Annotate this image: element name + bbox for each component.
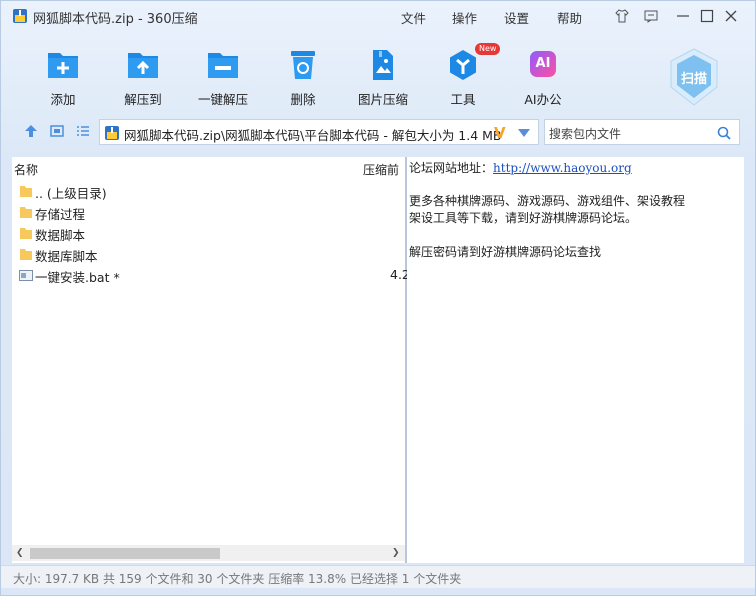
one-click-extract-button[interactable]: 一键解压 — [188, 41, 258, 107]
file-name: 一键安装.bat * — [35, 270, 120, 285]
file-name: 存储过程 — [35, 207, 86, 222]
address-bar[interactable]: 网狐脚本代码.zip\网狐脚本代码\平台脚本代码 - 解包大小为 1.4 MB … — [99, 119, 539, 145]
folder-icon — [20, 186, 32, 197]
status-text: 大小: 197.7 KB 共 159 个文件和 30 个文件夹 压缩率 13.8… — [13, 572, 462, 586]
skin-icon[interactable] — [615, 9, 629, 23]
scroll-left-icon[interactable]: ❮ — [16, 548, 24, 558]
title-bar: 网狐脚本代码.zip - 360压缩 文件 操作 设置 帮助 — [1, 1, 755, 31]
image-compress-icon — [373, 50, 393, 80]
delete-label: 删除 — [290, 92, 316, 107]
archive-comment-panel: 论坛网站地址：http://www.haoyou.org 更多各种棋牌源码、游戏… — [407, 157, 744, 563]
column-header-name[interactable]: 名称 — [14, 161, 38, 178]
close-icon[interactable] — [724, 9, 738, 23]
extract-to-button[interactable]: 解压到 — [108, 41, 178, 107]
search-input[interactable]: 搜索包内文件 — [549, 125, 621, 142]
search-icon[interactable] — [717, 126, 731, 140]
up-arrow-icon[interactable] — [24, 124, 38, 138]
one-click-extract-label: 一键解压 — [197, 92, 248, 107]
menu-help[interactable]: 帮助 — [557, 8, 582, 27]
tools-label: 工具 — [450, 92, 476, 107]
trash-icon — [291, 51, 315, 79]
forum-link[interactable]: http://www.haoyou.org — [493, 161, 632, 175]
file-row[interactable]: 存储过程 — [12, 202, 405, 223]
scrollbar-thumb[interactable] — [30, 548, 220, 559]
tools-icon — [450, 50, 476, 80]
file-row[interactable]: .. (上级目录) — [12, 181, 405, 202]
tools-button[interactable]: New 工具 — [428, 41, 501, 107]
horizontal-scrollbar[interactable]: ❮ ❯ — [12, 545, 405, 561]
menu-operate[interactable]: 操作 — [452, 8, 477, 27]
file-name: 数据库脚本 — [35, 249, 98, 264]
folder-icon — [20, 207, 32, 218]
add-button[interactable]: 添加 — [28, 41, 98, 107]
thumbnail-view-icon[interactable] — [50, 124, 64, 138]
file-row[interactable]: 一键安装.bat * 4.2 — [12, 265, 410, 286]
file-name: .. (上级目录) — [35, 186, 107, 201]
extract-to-icon — [128, 53, 158, 78]
file-name: 数据脚本 — [35, 228, 86, 243]
app-window: 网狐脚本代码.zip - 360压缩 文件 操作 设置 帮助 添加 解压到 一键… — [0, 0, 756, 596]
address-path: 网狐脚本代码.zip\网狐脚本代码\平台脚本代码 - 解包大小为 1.4 MB — [124, 128, 502, 143]
folder-icon — [20, 228, 32, 239]
image-compress-button[interactable]: 图片压缩 — [348, 41, 418, 107]
vip-icon[interactable]: V — [492, 124, 508, 142]
new-badge: New — [475, 43, 501, 55]
menu-file[interactable]: 文件 — [401, 8, 426, 27]
zip-file-icon — [105, 126, 119, 140]
status-bar: 大小: 197.7 KB 共 159 个文件和 30 个文件夹 压缩率 13.8… — [1, 565, 755, 588]
file-list: 名称 压缩前 .. (上级目录) 存储过程 数据脚本 数据库脚本 一键安装.ba… — [12, 157, 410, 563]
window-title: 网狐脚本代码.zip - 360压缩 — [33, 12, 198, 27]
ai-icon-text: AI — [535, 56, 551, 71]
chevron-down-icon[interactable] — [518, 129, 530, 137]
list-view-icon[interactable] — [76, 124, 90, 138]
ai-office-label: AI办公 — [524, 92, 562, 107]
delete-button[interactable]: 删除 — [268, 41, 338, 107]
scroll-right-icon[interactable]: ❯ — [392, 548, 400, 558]
comment-line-1: 论坛网站地址：http://www.haoyou.org — [409, 159, 632, 176]
forum-address-label: 论坛网站地址： — [409, 161, 494, 175]
scan-button[interactable]: 扫描 — [667, 47, 721, 107]
comment-line-3: 架设工具等下载，请到好游棋牌源码论坛。 — [409, 211, 638, 225]
file-row[interactable]: 数据库脚本 — [12, 244, 405, 265]
comment-line-2: 更多各种棋牌源码、游戏源码、游戏组件、架设教程 — [409, 194, 686, 208]
image-compress-label: 图片压缩 — [357, 92, 408, 107]
folder-icon — [20, 249, 32, 260]
file-row[interactable]: 数据脚本 — [12, 223, 405, 244]
scan-label: 扫描 — [680, 72, 707, 87]
feedback-icon[interactable] — [644, 9, 658, 23]
address-row: 网狐脚本代码.zip\网狐脚本代码\平台脚本代码 - 解包大小为 1.4 MB … — [1, 117, 755, 147]
zip-app-icon — [13, 9, 27, 23]
menu-settings[interactable]: 设置 — [504, 8, 529, 27]
add-icon — [48, 53, 78, 78]
column-header-size[interactable]: 压缩前 — [363, 161, 399, 178]
ai-office-button[interactable]: AI AI办公 — [508, 41, 578, 107]
minimize-icon[interactable] — [676, 9, 690, 23]
search-box[interactable]: 搜索包内文件 — [544, 119, 740, 145]
extract-to-label: 解压到 — [124, 92, 162, 107]
toolbar: 添加 解压到 一键解压 删除 图片压缩 New 工具 AI AI办公 — [1, 41, 755, 111]
add-label: 添加 — [50, 92, 76, 107]
one-click-extract-icon — [208, 53, 238, 78]
vip-badge: V — [494, 124, 506, 142]
bat-file-icon — [19, 270, 33, 281]
maximize-icon[interactable] — [700, 9, 714, 23]
comment-line-4: 解压密码请到好游棋牌源码论坛查找 — [409, 245, 602, 259]
